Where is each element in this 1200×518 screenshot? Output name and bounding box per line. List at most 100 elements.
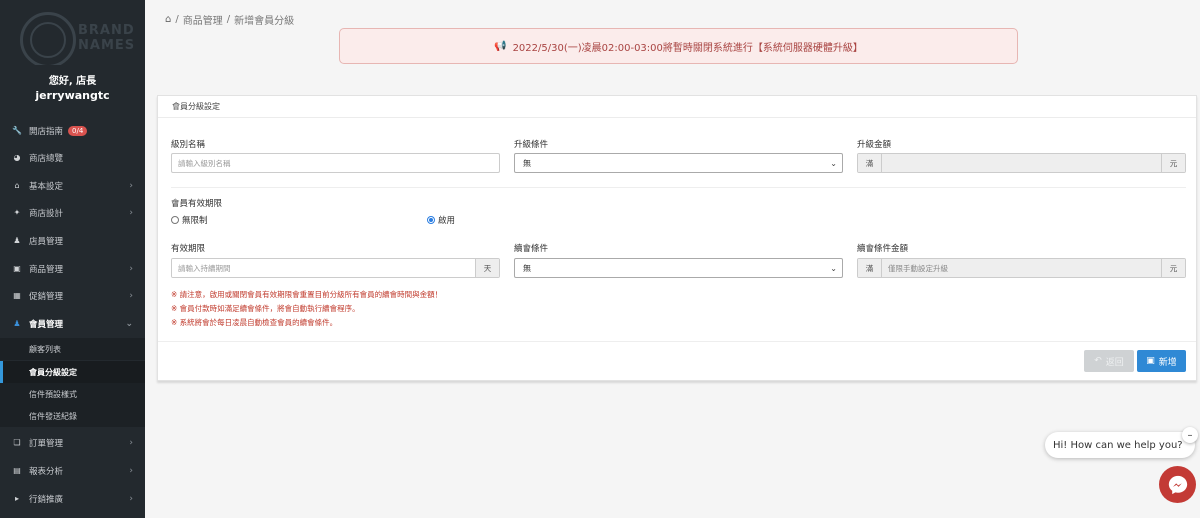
upgrade-amount-input[interactable] xyxy=(882,154,1161,172)
renew-amount-input[interactable]: 僅限手動設定升級 xyxy=(882,259,1161,277)
breadcrumb-separator: / xyxy=(226,14,231,25)
sidebar-item-members[interactable]: ♟ 會員管理 ⌄ xyxy=(0,310,145,337)
messenger-chat-button[interactable] xyxy=(1159,466,1196,503)
chat-close-button[interactable]: – xyxy=(1182,427,1198,443)
sidebar-item-basic-settings[interactable]: ⌂ 基本設定 › xyxy=(0,172,145,199)
renew-condition-label: 續會條件 xyxy=(514,244,549,254)
add-button[interactable]: ▣ 新增 xyxy=(1137,350,1186,372)
chevron-right-icon: › xyxy=(129,180,133,191)
chevron-right-icon: › xyxy=(129,465,133,476)
sidebar-subitem-member-levels[interactable]: 會員分級設定 xyxy=(0,361,145,383)
warning-note: ※ 系統將會於每日凌晨自動檢查會員的續會條件。 xyxy=(171,318,338,327)
logo-text: BRAND NAMES xyxy=(78,23,136,53)
sidebar-item-reports[interactable]: ▤ 報表分析 › xyxy=(0,457,145,484)
chevron-right-icon: › xyxy=(129,493,133,504)
validity-label: 有效期限 xyxy=(171,244,206,254)
validity-input[interactable]: 請輸入持續期間 xyxy=(172,259,475,277)
system-notice: 📢 2022/5/30(一)凌晨02:00-03:00將暫時關閉系統進行【系統伺… xyxy=(339,28,1018,64)
bar-chart-icon: ▤ xyxy=(13,466,21,475)
chevron-right-icon: › xyxy=(129,437,133,448)
notice-text: 2022/5/30(一)凌晨02:00-03:00將暫時關閉系統進行【系統伺服器… xyxy=(512,42,863,54)
upgrade-amount-prefix: 滿 xyxy=(858,154,882,172)
home-icon[interactable]: ⌂ xyxy=(165,14,171,25)
dashboard-icon: ◕ xyxy=(13,153,21,162)
sidebar-item-store-guide[interactable]: 🔧 開店指南 0/4 xyxy=(0,117,145,144)
magic-wand-icon: ✦ xyxy=(13,208,21,217)
renew-condition-select[interactable]: 無 ⌄ xyxy=(514,258,843,278)
messenger-icon xyxy=(1168,475,1187,494)
sidebar-item-orders[interactable]: ❏ 訂單管理 › xyxy=(0,429,145,456)
sidebar-item-store-overview[interactable]: ◕ 商店總覽 xyxy=(0,144,145,171)
breadcrumb: ⌂ / 商品管理 / 新增會員分級 xyxy=(165,12,294,27)
sidebar-item-promotions[interactable]: ▦ 促銷管理 › xyxy=(0,282,145,309)
panel-title: 會員分級設定 xyxy=(158,96,1196,118)
sidebar-item-label: 開店指南 xyxy=(29,126,64,137)
chat-greeting-bubble[interactable]: Hi! How can we help you? xyxy=(1045,432,1195,458)
copy-icon: ❏ xyxy=(13,438,21,447)
sidebar-item-store-design[interactable]: ✦ 商店設計 › xyxy=(0,199,145,226)
divider xyxy=(158,341,1196,342)
radio-unchecked-icon xyxy=(171,216,179,224)
radio-unlimited-label: 無限制 xyxy=(182,216,208,226)
sidebar-subitem-mail-templates[interactable]: 信件預設樣式 xyxy=(0,383,145,405)
warning-note: ※ 請注意，啟用或關閉會員有效期限會重置目前分級所有會員的續會時間與金額！ xyxy=(171,290,443,299)
sidebar: BRAND NAMES 您好, 店長 jerrywangtc 🔧 開店指南 0/… xyxy=(0,0,145,518)
radio-checked-icon xyxy=(427,216,435,224)
cart-icon: ▣ xyxy=(13,264,21,273)
upgrade-amount-label: 升級金額 xyxy=(857,140,892,150)
chevron-down-icon: ⌄ xyxy=(125,318,133,329)
sidebar-subitem-customer-list[interactable]: 顧客列表 xyxy=(0,338,145,360)
back-button[interactable]: ↶ 返回 xyxy=(1084,350,1134,372)
renew-amount-suffix: 元 xyxy=(1161,259,1185,277)
upgrade-condition-select[interactable]: 無 ⌄ xyxy=(514,153,843,173)
renew-condition-value: 無 xyxy=(523,263,531,273)
reply-arrow-icon: ↶ xyxy=(1094,356,1102,366)
sidebar-item-label: 商品管理 xyxy=(29,264,64,275)
brand-logo[interactable]: BRAND NAMES xyxy=(0,0,145,65)
progress-badge: 0/4 xyxy=(68,125,88,136)
wrench-icon: 🔧 xyxy=(12,126,22,135)
upgrade-amount-suffix: 元 xyxy=(1161,154,1185,172)
sidebar-item-marketing[interactable]: ▸ 行銷推廣 › xyxy=(0,485,145,512)
renew-amount-field[interactable]: 滿 僅限手動設定升級 元 xyxy=(857,258,1186,278)
sidebar-item-staff[interactable]: ♟ 店員管理 xyxy=(0,227,145,254)
sidebar-item-label: 店員管理 xyxy=(29,236,64,247)
upgrade-condition-label: 升級條件 xyxy=(514,140,549,150)
bank-icon: ⌂ xyxy=(14,181,20,190)
level-name-input[interactable]: 請輸入級別名稱 xyxy=(171,153,500,173)
radio-enabled[interactable]: 啟用 xyxy=(427,214,455,226)
gift-icon: ▦ xyxy=(13,291,21,300)
chevron-down-icon: ⌄ xyxy=(830,263,837,273)
breadcrumb-item-current: 新增會員分級 xyxy=(234,16,295,27)
renew-amount-label: 續會條件金額 xyxy=(857,244,909,254)
upgrade-amount-field[interactable]: 滿 元 xyxy=(857,153,1186,173)
warning-note: ※ 會員付款時如滿足續會條件，將會自動執行續會程序。 xyxy=(171,304,360,313)
upgrade-condition-value: 無 xyxy=(523,158,531,168)
bullhorn-icon: 📢 xyxy=(494,40,507,52)
validity-section-label: 會員有效期限 xyxy=(171,199,223,209)
sidebar-item-label: 商店總覽 xyxy=(29,153,64,164)
sidebar-item-products[interactable]: ▣ 商品管理 › xyxy=(0,255,145,282)
back-button-label: 返回 xyxy=(1105,357,1124,368)
bullhorn-icon: ▸ xyxy=(14,494,19,503)
save-icon: ▣ xyxy=(1146,356,1155,366)
divider xyxy=(171,187,1186,188)
sidebar-subitem-mail-log[interactable]: 信件發送紀錄 xyxy=(0,405,145,427)
radio-enabled-label: 啟用 xyxy=(438,216,456,226)
breadcrumb-separator: / xyxy=(175,14,179,25)
sidebar-item-label: 行銷推廣 xyxy=(29,494,64,505)
validity-field[interactable]: 請輸入持續期間 天 xyxy=(171,258,500,278)
breadcrumb-item-products[interactable]: 商品管理 xyxy=(183,12,223,27)
radio-unlimited[interactable]: 無限制 xyxy=(171,214,208,226)
level-name-label: 級別名稱 xyxy=(171,140,206,150)
add-button-label: 新增 xyxy=(1158,357,1177,368)
chevron-down-icon: ⌄ xyxy=(830,158,837,168)
chevron-right-icon: › xyxy=(129,207,133,218)
sidebar-item-label: 訂單管理 xyxy=(29,438,64,449)
sidebar-item-label: 會員管理 xyxy=(29,319,64,330)
users-icon: ♟ xyxy=(13,319,21,328)
renew-amount-prefix: 滿 xyxy=(858,259,882,277)
username: jerrywangtc xyxy=(35,89,110,102)
sidebar-item-label: 促銷管理 xyxy=(29,291,64,302)
chevron-right-icon: › xyxy=(129,290,133,301)
